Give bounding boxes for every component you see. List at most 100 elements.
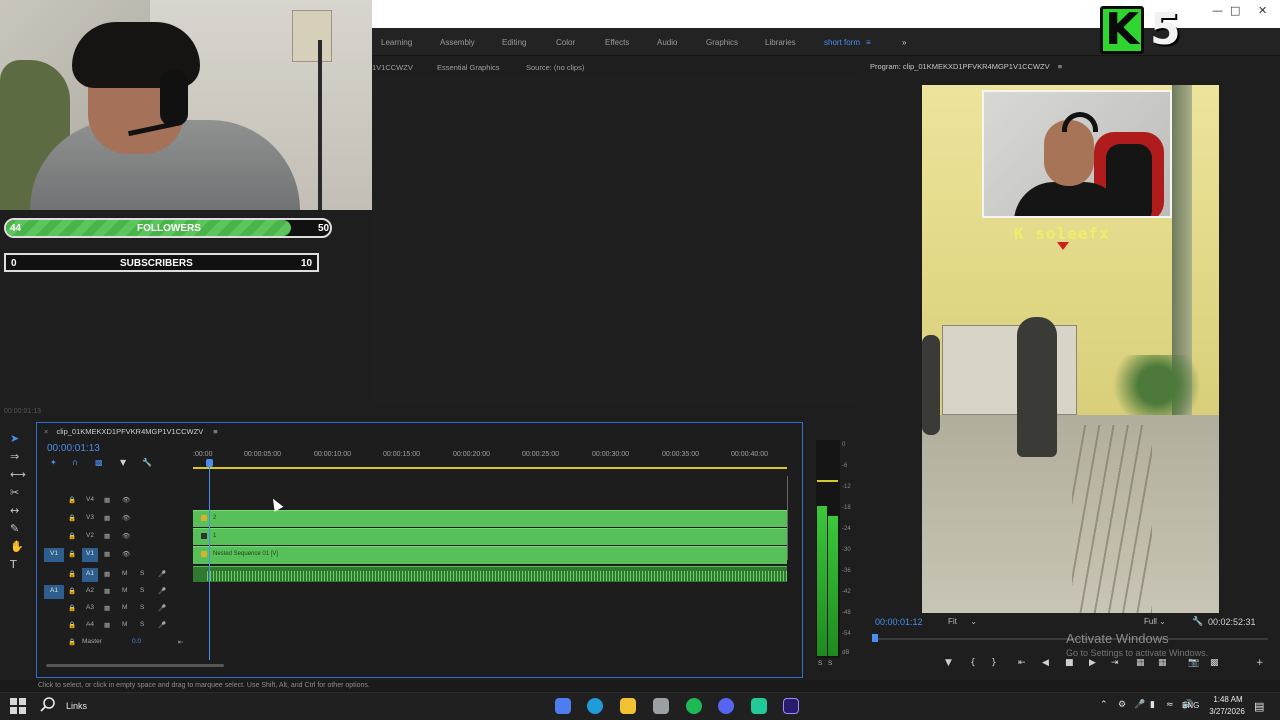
mark-out-icon[interactable]: } bbox=[991, 658, 997, 668]
lock-icon[interactable]: 🔒 bbox=[68, 496, 76, 504]
workspace-assembly[interactable]: Assembly bbox=[440, 38, 475, 47]
eye-icon[interactable]: 👁 bbox=[122, 496, 130, 504]
sync-icon[interactable]: ▩ bbox=[104, 532, 110, 540]
source-patch-a1[interactable]: A1 bbox=[44, 585, 64, 599]
clip-v3[interactable]: 2 bbox=[193, 510, 787, 527]
mute-toggle[interactable]: M bbox=[122, 604, 127, 611]
track-name[interactable]: A1 bbox=[82, 568, 98, 582]
add-button-icon[interactable]: + bbox=[1256, 658, 1264, 668]
solo-toggle[interactable]: S bbox=[140, 570, 144, 577]
lock-icon[interactable]: 🔒 bbox=[68, 587, 76, 595]
sync-icon[interactable]: ▩ bbox=[104, 570, 110, 578]
clock-date[interactable]: 3/27/2026 bbox=[1202, 707, 1252, 716]
track-name[interactable]: V4 bbox=[82, 494, 98, 508]
slip-tool-icon[interactable]: ↔ bbox=[10, 504, 19, 517]
mic-icon[interactable]: 🎤 bbox=[158, 587, 166, 595]
lock-icon[interactable]: 🔒 bbox=[68, 570, 76, 578]
track-name[interactable]: V3 bbox=[82, 512, 98, 526]
eye-icon[interactable]: 👁 bbox=[122, 550, 130, 558]
track-header-v2[interactable]: 🔒 V2 ▩ 👁 bbox=[40, 529, 190, 545]
more-workspaces-icon[interactable]: » bbox=[902, 38, 906, 47]
clip-v1-nested[interactable]: Nested Sequence 01 [V] bbox=[193, 546, 787, 564]
program-timecode[interactable]: 00:00:01:12 bbox=[875, 617, 923, 627]
pen-tool-icon[interactable]: ✎ bbox=[10, 522, 19, 535]
mute-toggle[interactable]: M bbox=[122, 587, 127, 594]
sync-icon[interactable]: ▩ bbox=[104, 514, 110, 522]
spotify-icon[interactable] bbox=[686, 698, 702, 714]
mic-tray-icon[interactable]: 🎤 bbox=[1134, 700, 1145, 710]
track-header-v4[interactable]: 🔒 V4 ▩ 👁 bbox=[40, 493, 190, 509]
mute-toggle[interactable]: M bbox=[122, 570, 127, 577]
workspace-menu-icon[interactable]: ≡ bbox=[866, 38, 871, 47]
add-marker-icon[interactable]: ▼ bbox=[945, 658, 952, 668]
track-header-master[interactable]: 🔒 Master 0.0 ⇤ bbox=[40, 635, 190, 651]
program-monitor-title[interactable]: Program: clip_01KMEKXD1PFVKR4MGP1V1CCWZV… bbox=[870, 62, 1062, 71]
solo-toggle[interactable]: S bbox=[140, 621, 144, 628]
sync-icon[interactable]: ▩ bbox=[104, 604, 110, 612]
go-to-out-icon[interactable]: ⇥ bbox=[1111, 658, 1119, 668]
lock-icon[interactable]: 🔒 bbox=[68, 550, 76, 558]
track-name[interactable]: A2 bbox=[82, 585, 98, 599]
horizontal-scrollbar[interactable] bbox=[46, 664, 224, 667]
solo-toggle[interactable]: S bbox=[140, 604, 144, 611]
solo-right-button[interactable]: S bbox=[828, 660, 832, 667]
lock-icon[interactable]: 🔒 bbox=[68, 638, 76, 646]
track-name[interactable]: A3 bbox=[82, 602, 98, 616]
mic-icon[interactable]: 🎤 bbox=[158, 604, 166, 612]
search-icon[interactable] bbox=[40, 697, 56, 713]
edge-icon[interactable] bbox=[587, 698, 603, 714]
file-explorer-icon[interactable] bbox=[620, 698, 636, 714]
lock-icon[interactable]: 🔒 bbox=[68, 621, 76, 629]
eye-icon[interactable]: 👁 bbox=[122, 532, 130, 540]
sync-icon[interactable]: ▩ bbox=[104, 550, 110, 558]
wrench-icon[interactable]: 🔧 bbox=[1192, 616, 1203, 627]
go-to-in-icon[interactable]: ⇤ bbox=[1018, 658, 1026, 668]
premiere-pro-icon[interactable] bbox=[783, 698, 799, 714]
step-back-icon[interactable]: ◀ bbox=[1042, 658, 1049, 668]
lock-icon[interactable]: 🔒 bbox=[68, 514, 76, 522]
export-frame-icon[interactable]: 📷 bbox=[1188, 658, 1199, 668]
workspace-short-form[interactable]: short form bbox=[824, 38, 860, 47]
resolution-select[interactable]: Full ⌄ bbox=[1144, 617, 1166, 626]
program-playhead[interactable] bbox=[872, 634, 878, 642]
store-icon[interactable] bbox=[653, 698, 669, 714]
compare-icon[interactable]: ▩ bbox=[1210, 658, 1219, 668]
track-header-a4[interactable]: 🔒 A4 ▩ M S 🎤 bbox=[40, 618, 190, 634]
track-header-v3[interactable]: 🔒 V3 ▩ 👁 bbox=[40, 511, 190, 527]
track-header-a2[interactable]: A1 🔒 A2 ▩ M S 🎤 bbox=[40, 584, 190, 600]
tab-sequence[interactable]: 1V1CCWZV bbox=[372, 63, 413, 72]
insert-icon[interactable]: ▦ bbox=[1136, 658, 1145, 668]
mute-toggle[interactable]: M bbox=[122, 621, 127, 628]
stop-icon[interactable]: ■ bbox=[1065, 658, 1074, 668]
maximize-button[interactable]: □ bbox=[1230, 4, 1240, 17]
add-marker-icon[interactable]: ▼ bbox=[120, 458, 126, 467]
chevron-up-icon[interactable]: ⌃ bbox=[1100, 700, 1108, 710]
timeline-menu-icon[interactable]: ≡ bbox=[213, 427, 217, 436]
copilot-icon[interactable] bbox=[555, 698, 571, 714]
track-select-tool-icon[interactable]: ⇒ bbox=[10, 450, 19, 463]
track-header-a3[interactable]: 🔒 A3 ▩ M S 🎤 bbox=[40, 601, 190, 617]
clock-time[interactable]: 1:48 AM bbox=[1208, 695, 1248, 704]
source-patch-v1[interactable]: V1 bbox=[44, 548, 64, 562]
track-header-v1[interactable]: V1 🔒 V1 ▩ 👁 bbox=[40, 547, 190, 563]
tray-app-icon[interactable]: ⚙ bbox=[1118, 700, 1126, 710]
clip-a1-audio[interactable] bbox=[193, 566, 787, 582]
wifi-icon[interactable]: ≈ bbox=[1166, 700, 1174, 710]
overwrite-icon[interactable]: ▦ bbox=[1158, 658, 1167, 668]
workspace-color[interactable]: Color bbox=[556, 38, 575, 47]
mic-icon[interactable]: 🎤 bbox=[158, 621, 166, 629]
workspace-graphics[interactable]: Graphics bbox=[706, 38, 738, 47]
minimize-button[interactable]: — bbox=[1212, 4, 1223, 17]
tab-essential-graphics[interactable]: Essential Graphics bbox=[437, 63, 500, 72]
hand-tool-icon[interactable]: ✋ bbox=[10, 540, 24, 553]
razor-tool-icon[interactable]: ✂ bbox=[10, 486, 19, 499]
notification-icon[interactable]: ▤ bbox=[1254, 700, 1264, 713]
sync-icon[interactable]: ▩ bbox=[104, 621, 110, 629]
step-forward-icon[interactable]: ▶ bbox=[1089, 658, 1096, 668]
workspace-effects[interactable]: Effects bbox=[605, 38, 629, 47]
windows-start-icon[interactable] bbox=[10, 698, 26, 714]
mark-in-icon[interactable]: { bbox=[970, 658, 976, 668]
workspace-editing[interactable]: Editing bbox=[502, 38, 526, 47]
solo-left-button[interactable]: S bbox=[818, 660, 822, 667]
workspace-audio[interactable]: Audio bbox=[657, 38, 677, 47]
